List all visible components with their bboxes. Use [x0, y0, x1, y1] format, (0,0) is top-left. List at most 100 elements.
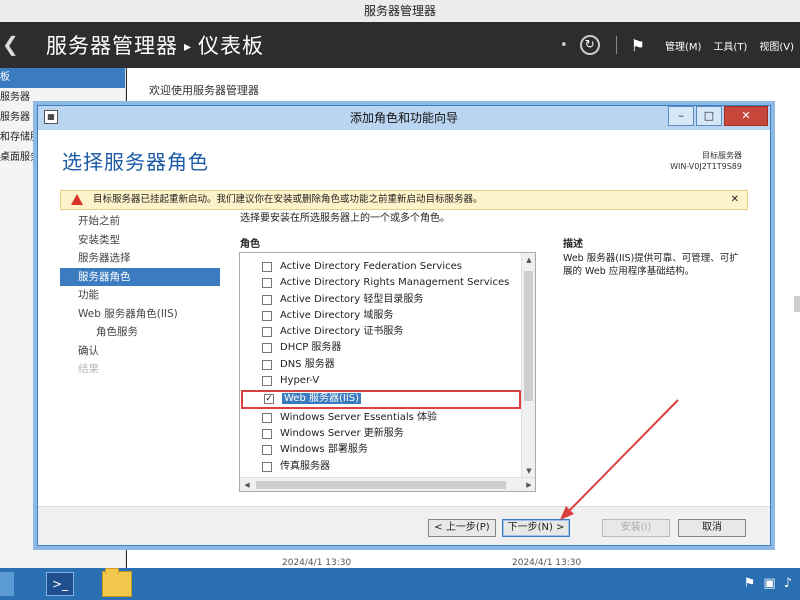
menu-view[interactable]: 视图(V)	[759, 38, 794, 53]
menu-manage[interactable]: 管理(M)	[665, 38, 701, 53]
horizontal-scrollbar[interactable]: ◀ ▶	[240, 477, 535, 491]
role-label: Active Directory 证书服务	[280, 326, 404, 338]
breadcrumb-app: 服务器管理器	[46, 34, 178, 58]
tray-flag-icon[interactable]: ⚑	[744, 576, 756, 591]
description-text: Web 服务器(IIS)提供可靠、可管理、可扩展的 Web 应用程序基础结构。	[563, 253, 739, 277]
role-item[interactable]: DHCP 服务器	[240, 340, 522, 356]
breadcrumb-page: 仪表板	[198, 34, 265, 58]
role-item[interactable]: Windows Server Essentials 体验	[240, 410, 522, 426]
previous-button[interactable]: < 上一步(P)	[428, 519, 496, 537]
role-label: Active Directory 域服务	[280, 309, 394, 321]
role-label: Active Directory Rights Management Servi…	[280, 277, 510, 289]
refresh-icon[interactable]: ↻	[579, 35, 600, 55]
powershell-icon[interactable]: >_	[46, 572, 74, 596]
wizard-nav: 开始之前 安装类型 服务器选择 服务器角色 功能 Web 服务器角色(IIS) …	[60, 212, 220, 379]
checkbox[interactable]	[262, 461, 272, 472]
role-item[interactable]: Active Directory Federation Services	[240, 259, 522, 275]
nav-item-role-services[interactable]: 角色服务	[60, 323, 220, 342]
scroll-up-icon[interactable]: ▲	[522, 253, 535, 267]
next-button[interactable]: 下一步(N) >	[502, 519, 570, 537]
scroll-thumb[interactable]	[524, 271, 533, 401]
nav-item-server-roles[interactable]: 服务器角色	[60, 267, 220, 286]
role-item[interactable]: Active Directory 域服务	[240, 308, 522, 324]
role-label: DHCP 服务器	[280, 342, 342, 354]
role-item[interactable]: 传真服务器	[240, 459, 522, 475]
breadcrumb: 服务器管理器 ▸ 仪表板	[46, 30, 264, 60]
wizard-titlebar: ▦ 添加角色和功能向导 – □ ✕	[38, 106, 770, 130]
scroll-stub	[794, 296, 800, 312]
target-server-label: 目标服务器	[702, 151, 742, 160]
roles-list-box: Active Directory Federation Services Act…	[239, 252, 536, 492]
divider	[615, 36, 617, 54]
roles-list: Active Directory Federation Services Act…	[240, 259, 522, 475]
add-roles-wizard: ▦ 添加角色和功能向导 – □ ✕ 选择服务器角色 目标服务器 WIN-V0J2…	[37, 105, 771, 546]
roles-label: 角色	[240, 239, 260, 250]
checkbox[interactable]	[262, 343, 272, 354]
checkbox[interactable]	[262, 359, 272, 370]
checkbox[interactable]	[262, 310, 272, 321]
close-warning-icon[interactable]: ✕	[731, 191, 739, 209]
window-titlebar: 服务器管理器	[0, 0, 800, 22]
role-item[interactable]: DNS 服务器	[240, 357, 522, 373]
dropdown-icon[interactable]: •	[560, 38, 568, 53]
checkbox[interactable]	[262, 262, 272, 272]
taskbar: >_ ⚑ ▣ ♪	[0, 568, 800, 600]
breadcrumb-separator-icon: ▸	[184, 39, 193, 55]
checkbox[interactable]	[262, 445, 272, 456]
close-button[interactable]: ✕	[724, 106, 768, 126]
scroll-left-icon[interactable]: ◀	[240, 478, 254, 491]
role-label: Windows Server 更新服务	[280, 427, 404, 439]
wizard-footer: < 上一步(P) 下一步(N) > 安装(I) 取消	[38, 506, 770, 545]
warning-icon	[71, 194, 83, 205]
role-label: DNS 服务器	[280, 358, 335, 370]
notification-flag-icon[interactable]: ⚑	[631, 36, 645, 55]
nav-item-before-you-begin[interactable]: 开始之前	[60, 212, 220, 231]
scroll-down-icon[interactable]: ▼	[522, 464, 535, 478]
tray-network-icon[interactable]: ▣	[763, 576, 775, 591]
header-tools: • ↻ ⚑ 管理(M) 工具(T) 视图(V)	[554, 22, 800, 68]
description-label: 描述	[563, 239, 583, 250]
nav-item-web-server-role[interactable]: Web 服务器角色(IIS)	[60, 305, 220, 324]
checkbox[interactable]	[262, 294, 272, 305]
sidebar-item-dashboard[interactable]: 板	[0, 68, 125, 88]
scroll-right-icon[interactable]: ▶	[522, 478, 535, 491]
nav-item-installation-type[interactable]: 安装类型	[60, 231, 220, 250]
role-label: Windows 部署服务	[280, 444, 368, 456]
system-tray: ⚑ ▣ ♪	[744, 576, 792, 591]
scroll-thumb[interactable]	[256, 481, 506, 489]
role-item[interactable]: Active Directory 证书服务	[240, 324, 522, 340]
menu-tools[interactable]: 工具(T)	[713, 38, 747, 53]
role-item[interactable]: Active Directory 轻型目录服务	[240, 292, 522, 308]
vertical-scrollbar[interactable]: ▲ ▼	[521, 253, 535, 478]
nav-item-server-selection[interactable]: 服务器选择	[60, 249, 220, 268]
page-title: 选择服务器角色	[62, 150, 209, 174]
role-label: Active Directory 轻型目录服务	[280, 293, 424, 305]
start-button[interactable]	[0, 572, 14, 596]
role-label: Active Directory Federation Services	[280, 261, 462, 272]
warning-text: 目标服务器已挂起重新启动。我们建议你在安装或删除角色或功能之前重新启动目标服务器…	[93, 194, 483, 205]
welcome-text: 欢迎使用服务器管理器	[149, 84, 259, 97]
target-server-name: WIN-V0J2T1T9S89	[670, 162, 742, 171]
sm-header: ❮ 服务器管理器 ▸ 仪表板 • ↻ ⚑ 管理(M) 工具(T) 视图(V)	[0, 22, 800, 68]
checkbox[interactable]	[262, 412, 272, 423]
wizard-title: 添加角色和功能向导	[349, 111, 458, 125]
checkbox[interactable]	[262, 327, 272, 338]
checkbox-checked[interactable]: ✓	[264, 394, 274, 405]
role-item[interactable]: Windows Server 更新服务	[240, 426, 522, 442]
role-item[interactable]: Windows 部署服务	[240, 442, 522, 458]
role-item-web-server-iis[interactable]: ✓ Web 服务器(IIS)	[241, 390, 521, 409]
tray-volume-icon[interactable]: ♪	[784, 576, 792, 591]
cancel-button[interactable]: 取消	[678, 519, 746, 537]
back-icon[interactable]: ❮	[2, 32, 19, 56]
warning-banner: 目标服务器已挂起重新启动。我们建议你在安装或删除角色或功能之前重新启动目标服务器…	[60, 190, 748, 210]
minimize-button[interactable]: –	[668, 106, 694, 126]
file-explorer-icon[interactable]	[102, 568, 132, 597]
checkbox[interactable]	[262, 376, 272, 387]
role-item[interactable]: Active Directory Rights Management Servi…	[240, 275, 522, 291]
checkbox[interactable]	[262, 278, 272, 289]
role-item[interactable]: Hyper-V	[240, 373, 522, 389]
checkbox[interactable]	[262, 428, 272, 439]
maximize-button[interactable]: □	[696, 106, 722, 126]
nav-item-features[interactable]: 功能	[60, 286, 220, 305]
nav-item-confirmation[interactable]: 确认	[60, 342, 220, 361]
